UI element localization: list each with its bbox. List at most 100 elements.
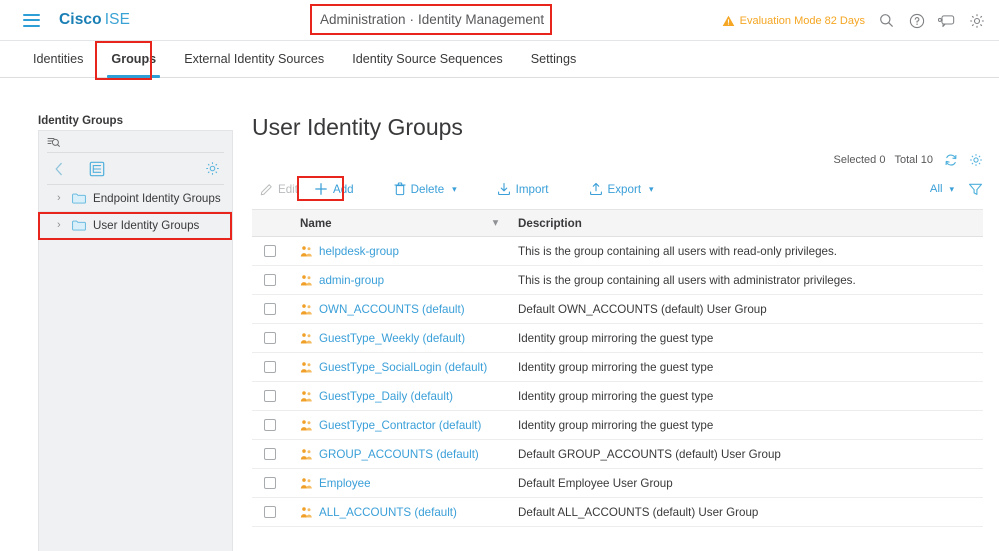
row-checkbox[interactable]: [264, 332, 276, 344]
row-description-cell: Default GROUP_ACCOUNTS (default) User Gr…: [518, 447, 781, 461]
filter-scope-dropdown[interactable]: All ▾: [930, 183, 954, 195]
total-count-label: Total 10: [894, 154, 933, 166]
table-header-row: Name ▾ Description: [252, 210, 983, 237]
warning-triangle-icon: [722, 15, 734, 26]
row-checkbox-cell: [252, 332, 288, 344]
filter-funnel-icon[interactable]: [968, 182, 983, 197]
sidebar-search-input[interactable]: [65, 135, 224, 148]
settings-gear-icon[interactable]: [968, 12, 985, 29]
tab-identities[interactable]: Identities: [19, 41, 97, 77]
folder-icon: [72, 193, 86, 204]
cisco-ise-app: Cisco ISE Administration · Identity Managem…: [0, 0, 999, 551]
row-name-cell: helpdesk-group: [288, 245, 514, 258]
tab-identities-label: Identities: [33, 52, 84, 66]
table-row[interactable]: GuestType_Daily (default) Identity group …: [252, 382, 983, 411]
hamburger-menu-icon[interactable]: [23, 13, 40, 27]
table-filter-controls: All ▾: [930, 176, 983, 202]
row-name-link[interactable]: Employee: [319, 477, 371, 490]
row-checkbox-cell: [252, 390, 288, 402]
user-group-icon: [300, 274, 312, 286]
feedback-icon[interactable]: [938, 12, 955, 29]
import-button[interactable]: Import: [489, 178, 557, 200]
row-checkbox-cell: [252, 477, 288, 489]
table-header-description-label: Description: [518, 216, 582, 230]
chevron-down-icon[interactable]: ▾: [452, 184, 457, 195]
user-group-icon: [300, 419, 312, 431]
page-title: User Identity Groups: [252, 114, 463, 140]
sidebar-settings-gear-icon[interactable]: [200, 161, 224, 176]
table-row[interactable]: admin-group This is the group containing …: [252, 266, 983, 295]
export-upload-icon: [589, 182, 602, 196]
row-name-link[interactable]: ALL_ACCOUNTS (default): [319, 506, 457, 519]
row-name-link[interactable]: GuestType_Daily (default): [319, 390, 453, 403]
row-name-link[interactable]: helpdesk-group: [319, 245, 399, 258]
table-row[interactable]: GuestType_SocialLogin (default) Identity …: [252, 353, 983, 382]
table-row[interactable]: GROUP_ACCOUNTS (default) Default GROUP_AC…: [252, 440, 983, 469]
breadcrumb-separator: ·: [409, 12, 415, 27]
row-name-cell: ALL_ACCOUNTS (default): [288, 506, 514, 519]
row-description-cell: This is the group containing all users w…: [518, 273, 856, 287]
edit-button[interactable]: Edit: [252, 179, 306, 200]
row-name-link[interactable]: GROUP_ACCOUNTS (default): [319, 448, 479, 461]
row-description-cell: This is the group containing all users w…: [518, 244, 837, 258]
row-checkbox[interactable]: [264, 390, 276, 402]
brand-logo[interactable]: Cisco ISE: [59, 11, 130, 29]
table-row[interactable]: ALL_ACCOUNTS (default) Default ALL_ACCOUN…: [252, 498, 983, 527]
row-name-link[interactable]: GuestType_SocialLogin (default): [319, 361, 487, 374]
tab-external-identity-sources[interactable]: External Identity Sources: [170, 41, 338, 77]
sort-chevron-down-icon[interactable]: ▾: [493, 218, 498, 229]
filter-search-icon: [47, 137, 60, 147]
chevron-right-icon[interactable]: ›: [57, 192, 65, 204]
table-row[interactable]: GuestType_Weekly (default) Identity group…: [252, 324, 983, 353]
user-group-icon: [300, 448, 312, 460]
row-checkbox-cell: [252, 506, 288, 518]
row-checkbox[interactable]: [264, 506, 276, 518]
sidebar-item-endpoint-identity-groups[interactable]: › Endpoint Identity Groups: [39, 185, 232, 212]
row-name-cell: GuestType_Daily (default): [288, 390, 514, 403]
tab-groups[interactable]: Groups: [97, 41, 170, 78]
table-row[interactable]: Employee Default Employee User Group: [252, 469, 983, 498]
top-header-bar: Cisco ISE Administration · Identity Managem…: [0, 0, 999, 41]
row-name-cell: admin-group: [288, 274, 514, 287]
row-checkbox[interactable]: [264, 419, 276, 431]
tab-settings[interactable]: Settings: [517, 41, 591, 77]
row-name-link[interactable]: OWN_ACCOUNTS (default): [319, 303, 465, 316]
breadcrumb-administration: Administration: [320, 12, 406, 27]
tab-identity-source-sequences-label: Identity Source Sequences: [352, 52, 503, 66]
row-checkbox[interactable]: [264, 245, 276, 257]
row-checkbox[interactable]: [264, 448, 276, 460]
tab-identity-source-sequences[interactable]: Identity Source Sequences: [338, 41, 517, 77]
user-group-icon: [300, 477, 312, 489]
row-checkbox[interactable]: [264, 274, 276, 286]
row-checkbox-cell: [252, 448, 288, 460]
table-row[interactable]: OWN_ACCOUNTS (default) Default OWN_ACCOUN…: [252, 295, 983, 324]
row-checkbox-cell: [252, 361, 288, 373]
row-name-link[interactable]: GuestType_Weekly (default): [319, 332, 465, 345]
row-name-link[interactable]: admin-group: [319, 274, 384, 287]
export-button[interactable]: Export ▾: [581, 178, 662, 200]
table-row[interactable]: GuestType_Contractor (default) Identity g…: [252, 411, 983, 440]
user-group-icon: [300, 303, 312, 315]
row-name-link[interactable]: GuestType_Contractor (default): [319, 419, 481, 432]
back-chevron-icon[interactable]: [47, 162, 71, 176]
help-icon[interactable]: [908, 12, 925, 29]
chevron-right-icon[interactable]: ›: [57, 219, 65, 231]
row-name-cell: GuestType_Contractor (default): [288, 419, 514, 432]
table-row[interactable]: helpdesk-group This is the group containi…: [252, 237, 983, 266]
add-button[interactable]: Add: [306, 178, 362, 200]
delete-button[interactable]: Delete ▾: [386, 178, 465, 200]
row-checkbox[interactable]: [264, 477, 276, 489]
chevron-down-icon[interactable]: ▾: [649, 184, 654, 195]
sidebar-toolbar: [47, 153, 224, 185]
table-header-description: Description: [514, 217, 983, 230]
row-description-cell: Default OWN_ACCOUNTS (default) User Grou…: [518, 302, 767, 316]
table-settings-gear-icon[interactable]: [969, 153, 983, 167]
refresh-icon[interactable]: [944, 153, 958, 167]
row-description-cell: Identity group mirroring the guest type: [518, 418, 714, 432]
user-group-icon: [300, 332, 312, 344]
row-checkbox[interactable]: [264, 303, 276, 315]
row-checkbox[interactable]: [264, 361, 276, 373]
sidebar-item-user-identity-groups[interactable]: › User Identity Groups: [39, 212, 232, 239]
tree-view-icon[interactable]: [85, 161, 109, 177]
search-icon[interactable]: [878, 12, 895, 29]
